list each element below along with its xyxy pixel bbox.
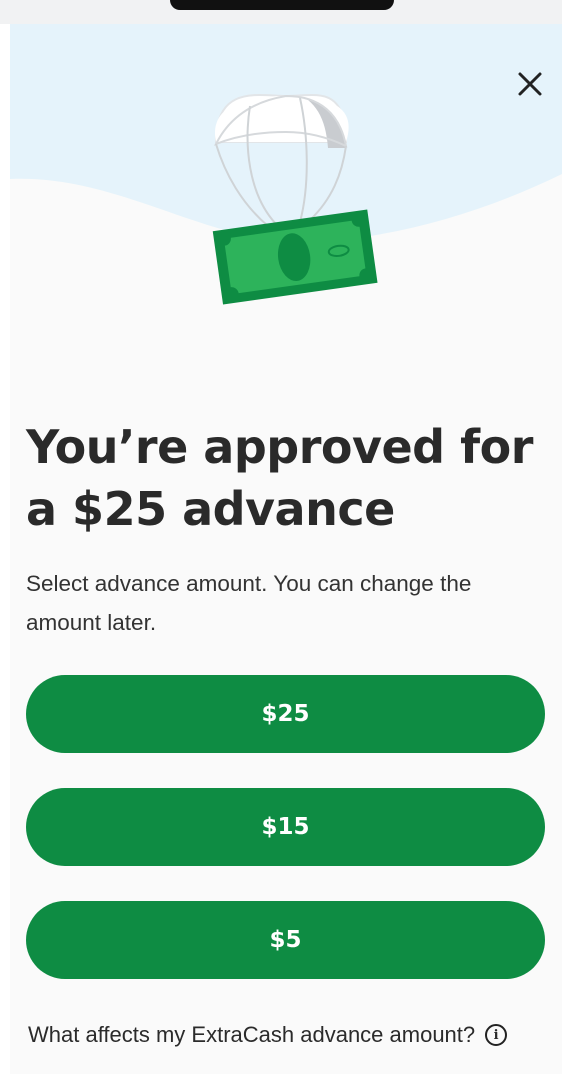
help-link-label: What affects my ExtraCash advance amount… (28, 1022, 476, 1047)
close-button[interactable] (510, 64, 550, 104)
close-icon (518, 72, 542, 96)
help-link[interactable]: What affects my ExtraCash advance amount… (28, 1018, 548, 1052)
device-notch (170, 0, 394, 10)
page-title: You’re approved for a $25 advance (26, 420, 533, 536)
amount-25-button[interactable]: $25 (26, 675, 545, 753)
status-bar (0, 0, 562, 24)
amount-15-button[interactable]: $15 (26, 788, 545, 866)
subtitle-text: Select advance amount. You can change th… (26, 571, 472, 635)
amount-5-button[interactable]: $5 (26, 901, 545, 979)
info-icon[interactable]: i (485, 1024, 508, 1046)
approval-modal: You’re approved for a $25 advance Select… (10, 24, 562, 1074)
parachute-money-icon (10, 24, 562, 305)
